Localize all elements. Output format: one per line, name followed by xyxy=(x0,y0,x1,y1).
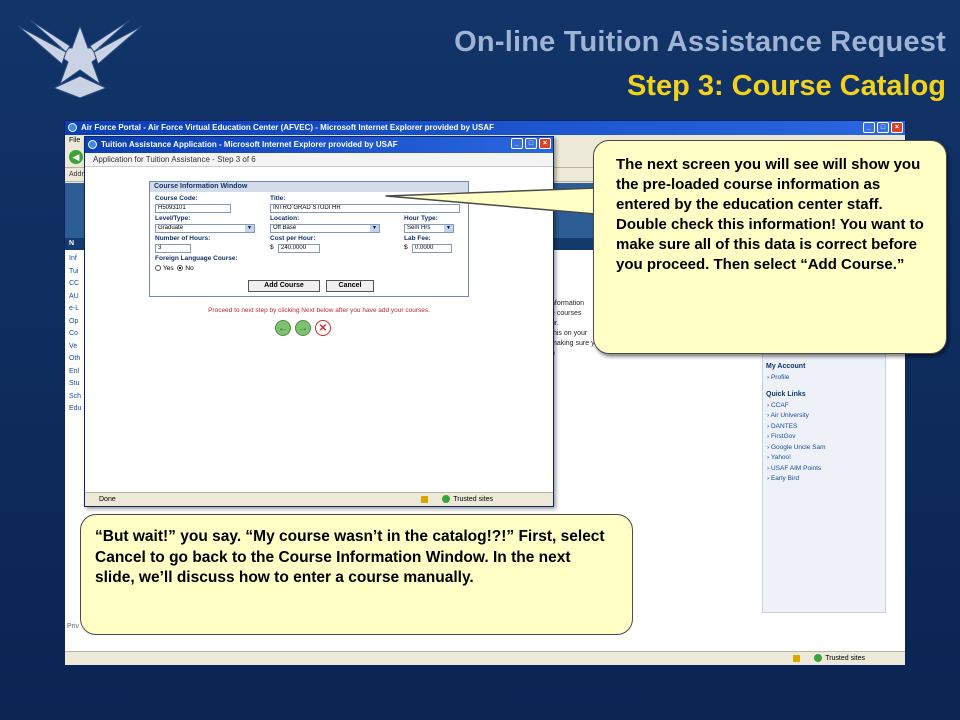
foreign-no-radio[interactable] xyxy=(177,265,184,272)
trusted-sites-icon xyxy=(814,654,823,662)
course-information-window: Course Information Window Course Code: H… xyxy=(149,181,469,297)
next-arrow-icon[interactable]: → xyxy=(295,320,311,336)
maximize-button[interactable]: □ xyxy=(877,122,889,133)
left-menu-item[interactable]: Enl xyxy=(69,366,81,379)
foreign-yes-label: Yes xyxy=(163,265,174,272)
left-menu-item[interactable]: CC xyxy=(69,278,81,291)
left-menu-item[interactable]: Oth xyxy=(69,353,81,366)
slide-title: On-line Tuition Assistance Request xyxy=(454,26,946,58)
quick-link[interactable]: › DANTES xyxy=(763,422,885,433)
hours-label: Number of Hours: xyxy=(155,235,211,242)
location-select[interactable]: Off Base ▼ xyxy=(270,224,380,233)
hours-field[interactable]: 3 xyxy=(155,244,191,253)
course-code-field[interactable]: H5093101 xyxy=(155,204,231,213)
lab-fee-field[interactable]: 0.0000 xyxy=(412,244,452,253)
cost-currency: $ xyxy=(270,244,274,251)
air-force-logo-icon xyxy=(17,19,143,99)
slide-subtitle: Step 3: Course Catalog xyxy=(626,70,946,102)
ie-icon xyxy=(88,140,97,149)
lab-fee-currency: $ xyxy=(404,244,408,251)
inner-status-text: Done xyxy=(99,496,116,503)
quick-link[interactable]: › Yahoo! xyxy=(763,453,885,464)
wizard-nav-buttons: ← → ✕ xyxy=(275,320,331,336)
title-field[interactable]: INTRO GRAD STUDI HR xyxy=(270,204,460,213)
foreign-language-label: Foreign Language Course: xyxy=(155,255,238,262)
privacy-fragment[interactable]: Priv xyxy=(67,623,79,630)
left-menu-item[interactable]: Inf xyxy=(69,253,81,266)
lab-fee-label: Lab Fee: xyxy=(404,235,431,242)
trusted-sites-icon xyxy=(442,495,451,504)
add-course-button[interactable]: Add Course xyxy=(248,280,320,292)
tuition-application-window: Tuition Assistance Application - Microso… xyxy=(84,136,554,507)
cancel-button[interactable]: Cancel xyxy=(326,280,374,292)
left-menu-item[interactable]: Sch xyxy=(69,391,81,404)
portal-nav-label[interactable]: N xyxy=(69,240,74,247)
lock-icon xyxy=(421,495,429,503)
quick-link[interactable]: › Google Uncle Sam xyxy=(763,443,885,454)
left-menu-item[interactable]: e-L xyxy=(69,303,81,316)
application-step-heading: Application for Tuition Assistance - Ste… xyxy=(85,153,553,167)
maximize-button[interactable]: □ xyxy=(525,138,537,149)
quick-links-heading: Quick Links xyxy=(766,390,806,398)
left-menu-item[interactable]: Edu xyxy=(69,403,81,416)
quick-link[interactable]: › USAF AIM Points xyxy=(763,464,885,475)
level-type-select[interactable]: Graduate ▼ xyxy=(155,224,255,233)
lock-icon xyxy=(793,654,801,662)
quick-link[interactable]: › FirstGov xyxy=(763,432,885,443)
inner-window-title: Tuition Assistance Application - Microso… xyxy=(101,140,398,149)
back-icon[interactable]: ◀ xyxy=(69,150,83,164)
course-window-title: Course Information Window xyxy=(150,182,468,192)
chevron-down-icon: ▼ xyxy=(444,225,453,232)
chevron-down-icon: ▼ xyxy=(245,225,254,232)
cancel-x-icon[interactable]: ✕ xyxy=(315,320,331,336)
previous-arrow-icon[interactable]: ← xyxy=(275,320,291,336)
foreign-language-radios: Yes No xyxy=(155,265,194,272)
outer-window-title: Air Force Portal - Air Force Virtual Edu… xyxy=(81,123,494,132)
proceed-instruction: Proceed to next step by clicking Next be… xyxy=(208,307,430,314)
inner-page-body: Course Information Window Course Code: H… xyxy=(85,167,553,492)
cost-field[interactable]: 240.0000 xyxy=(278,244,320,253)
left-menu-item[interactable]: Stu xyxy=(69,378,81,391)
callout-not-in-catalog: “But wait!” you say. “My course wasn’t i… xyxy=(80,514,633,635)
left-menu-item[interactable]: Ve xyxy=(69,341,81,354)
account-link[interactable]: › Profile xyxy=(763,373,885,384)
left-menu-item[interactable]: Tui xyxy=(69,266,81,279)
quick-link[interactable]: › Early Bird xyxy=(763,474,885,485)
close-button[interactable]: × xyxy=(539,138,551,149)
quick-link[interactable]: › Air University xyxy=(763,411,885,422)
left-menu-item[interactable]: Co xyxy=(69,328,81,341)
foreign-yes-radio[interactable] xyxy=(155,265,161,272)
foreign-no-label: No xyxy=(185,265,194,272)
cost-label: Cost per Hour: xyxy=(270,235,316,242)
inner-status-zone: Trusted sites xyxy=(453,496,493,503)
my-account-heading: My Account xyxy=(766,363,806,370)
outer-status-zone: Trusted sites xyxy=(825,654,865,662)
minimize-button[interactable]: _ xyxy=(511,138,523,149)
location-label: Location: xyxy=(270,215,300,222)
close-button[interactable]: × xyxy=(891,122,903,133)
outer-status-bar: Trusted sites xyxy=(65,651,905,665)
inner-status-bar: Done Trusted sites xyxy=(85,492,553,506)
hour-type-label: Hour Type: xyxy=(404,215,438,222)
title-label: Title: xyxy=(270,195,286,202)
hour-type-select[interactable]: Sem Hrs ▼ xyxy=(404,224,454,233)
left-menu-item[interactable]: AU xyxy=(69,291,81,304)
location-value: Off Base xyxy=(273,225,297,231)
left-menu: Inf Tui CC AU e-L Op Co Ve Oth Enl Stu Sch Edu xyxy=(65,253,81,416)
callout-course-info: The next screen you will see will show y… xyxy=(593,140,947,354)
level-type-label: Level/Type: xyxy=(155,215,191,222)
course-code-label: Course Code: xyxy=(155,195,198,202)
quick-link[interactable]: › CCAF xyxy=(763,401,885,412)
minimize-button[interactable]: _ xyxy=(863,122,875,133)
level-type-value: Graduate xyxy=(158,225,184,231)
outer-title-bar: Air Force Portal - Air Force Virtual Edu… xyxy=(65,121,905,135)
address-label: Addr xyxy=(69,171,84,178)
menu-file[interactable]: File xyxy=(69,137,80,144)
hour-type-value: Sem Hrs xyxy=(407,225,431,231)
inner-title-bar: Tuition Assistance Application - Microso… xyxy=(85,137,553,153)
chevron-down-icon: ▼ xyxy=(370,225,379,232)
ie-icon xyxy=(68,123,77,132)
right-panel: › My CCAF Actions› My Test Scores› My CC… xyxy=(762,313,886,613)
left-menu-item[interactable]: Op xyxy=(69,316,81,329)
